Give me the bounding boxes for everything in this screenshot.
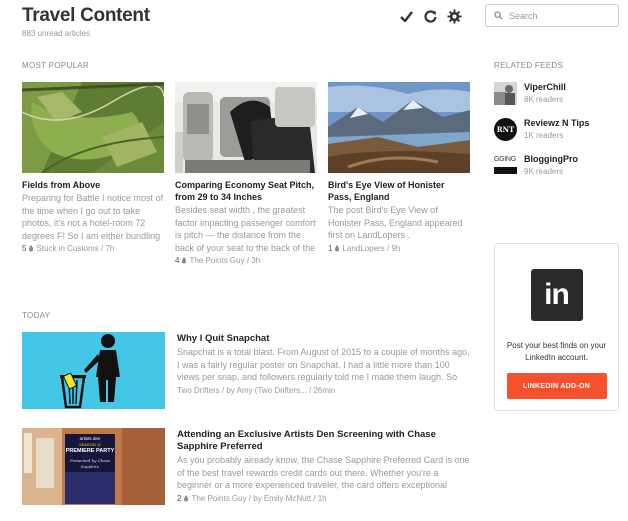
article-title[interactable]: Comparing Economy Seat Pitch, from 29 to… [175,179,317,203]
flame-icon [335,244,340,251]
article-title[interactable]: Attending an Exclusive Artists Den Scree… [177,429,470,453]
today-article[interactable]: Why I Quit Snapchat Snapchat is a total … [22,332,470,409]
viperchill-avatar [494,82,517,105]
engagement-count: 1 [328,243,333,253]
article-meta: 5 Stuck in Customs / 7h [22,244,164,253]
article-source: The Points Guy / by Emily McNutt / 1h [191,493,327,503]
related-feeds-list: ViperChill 8K readers RNT Reviewz N Tips… [494,60,619,178]
article-meta: 1 LandLopers / 9h [328,244,470,253]
engagement-count: 2 [177,493,182,503]
feed-readers: 9K readers [524,167,564,176]
article-source: Stuck in Customs / 7h [36,244,115,253]
today-article[interactable]: artists den SEASON 11 PREMIERE PARTY Pre… [22,428,470,505]
article-title[interactable]: Bird's Eye View of Honister Pass, Englan… [328,179,470,203]
gear-icon[interactable] [446,8,462,24]
feed-readers: 1K readers [524,131,564,140]
linkedin-logo-icon: in [530,269,583,321]
flame-icon [184,494,189,501]
article-source: The Points Guy / 3h [189,256,261,265]
popular-article-card[interactable]: Bird's Eye View of Honister Pass, Englan… [328,82,470,253]
flame-icon [29,245,34,252]
article-title[interactable]: Fields from Above [22,179,164,191]
flame-icon [182,257,187,264]
article-thumbnail[interactable]: artists den SEASON 11 PREMIERE PARTY Pre… [22,428,165,505]
bloggingpro-logo-text: GGING [494,156,516,163]
linkedin-addon-button[interactable]: LINKEDIN ADD-ON [506,373,607,399]
article-snippet: The post Bird's Eye View of Honister Pas… [328,205,463,240]
feed-item[interactable]: ViperChill 8K readers [494,82,619,106]
check-icon[interactable] [398,8,414,24]
linkedin-logo-text: in [544,278,570,311]
article-meta: 4 The Points Guy / 3h [175,256,317,265]
search-input[interactable] [509,10,609,21]
page-header: Travel Content 883 unread articles [22,5,150,38]
feed-name[interactable]: Reviewz N Tips [524,118,589,129]
article-thumbnail[interactable] [328,82,470,173]
article-source: Two Drifters / by Amy (Two Drifters... /… [177,385,336,395]
unread-count: 883 unread articles [22,29,91,38]
poster-script: Presented by Chase Sapphire [69,458,111,469]
linkedin-promo: in Post your best finds on your LinkedIn… [494,243,619,411]
today-heading: TODAY [22,311,51,320]
article-thumbnail[interactable] [22,82,164,173]
article-meta: Two Drifters / by Amy (Two Drifters... /… [177,386,470,395]
poster-headline: PREMIERE PARTY [65,448,115,454]
article-thumbnail[interactable] [22,332,165,409]
article-thumbnail[interactable] [175,82,317,173]
refresh-icon[interactable] [422,8,438,24]
feed-name[interactable]: BloggingPro [524,154,578,165]
engagement-count: 5 [22,244,27,253]
search-box[interactable] [485,4,619,27]
article-source: LandLopers / 9h [342,243,401,253]
feed-readers: 8K readers [524,95,564,104]
article-snippet: Snapchat is a total blast. From August o… [177,347,470,382]
engagement-count: 4 [175,256,180,265]
article-snippet: As you probably already know, the Chase … [177,455,470,490]
promo-text: Post your best finds on your LinkedIn ac… [506,341,607,362]
feed-name[interactable]: ViperChill [524,82,566,93]
feed-item[interactable]: GGING BloggingPro 9K readers [494,154,619,178]
toolbar [398,8,462,24]
feed-item[interactable]: RNT Reviewz N Tips 1K readers [494,118,619,142]
popular-article-card[interactable]: Fields from Above Preparing for Battle I… [22,82,164,253]
page-title: Travel Content [22,5,150,26]
article-meta: 2 The Points Guy / by Emily McNutt / 1h [177,494,470,503]
bloggingpro-logo: GGING [494,154,517,177]
popular-article-card[interactable]: Comparing Economy Seat Pitch, from 29 to… [175,82,317,265]
search-icon [494,7,503,25]
article-title[interactable]: Why I Quit Snapchat [177,333,470,345]
article-snippet: Besides seat width , the greatest factor… [175,205,316,253]
rnt-logo: RNT [494,118,517,141]
article-snippet: Preparing for Battle I notice most of th… [22,193,164,241]
most-popular-heading: MOST POPULAR [22,61,90,70]
rnt-logo-text: RNT [496,125,515,134]
